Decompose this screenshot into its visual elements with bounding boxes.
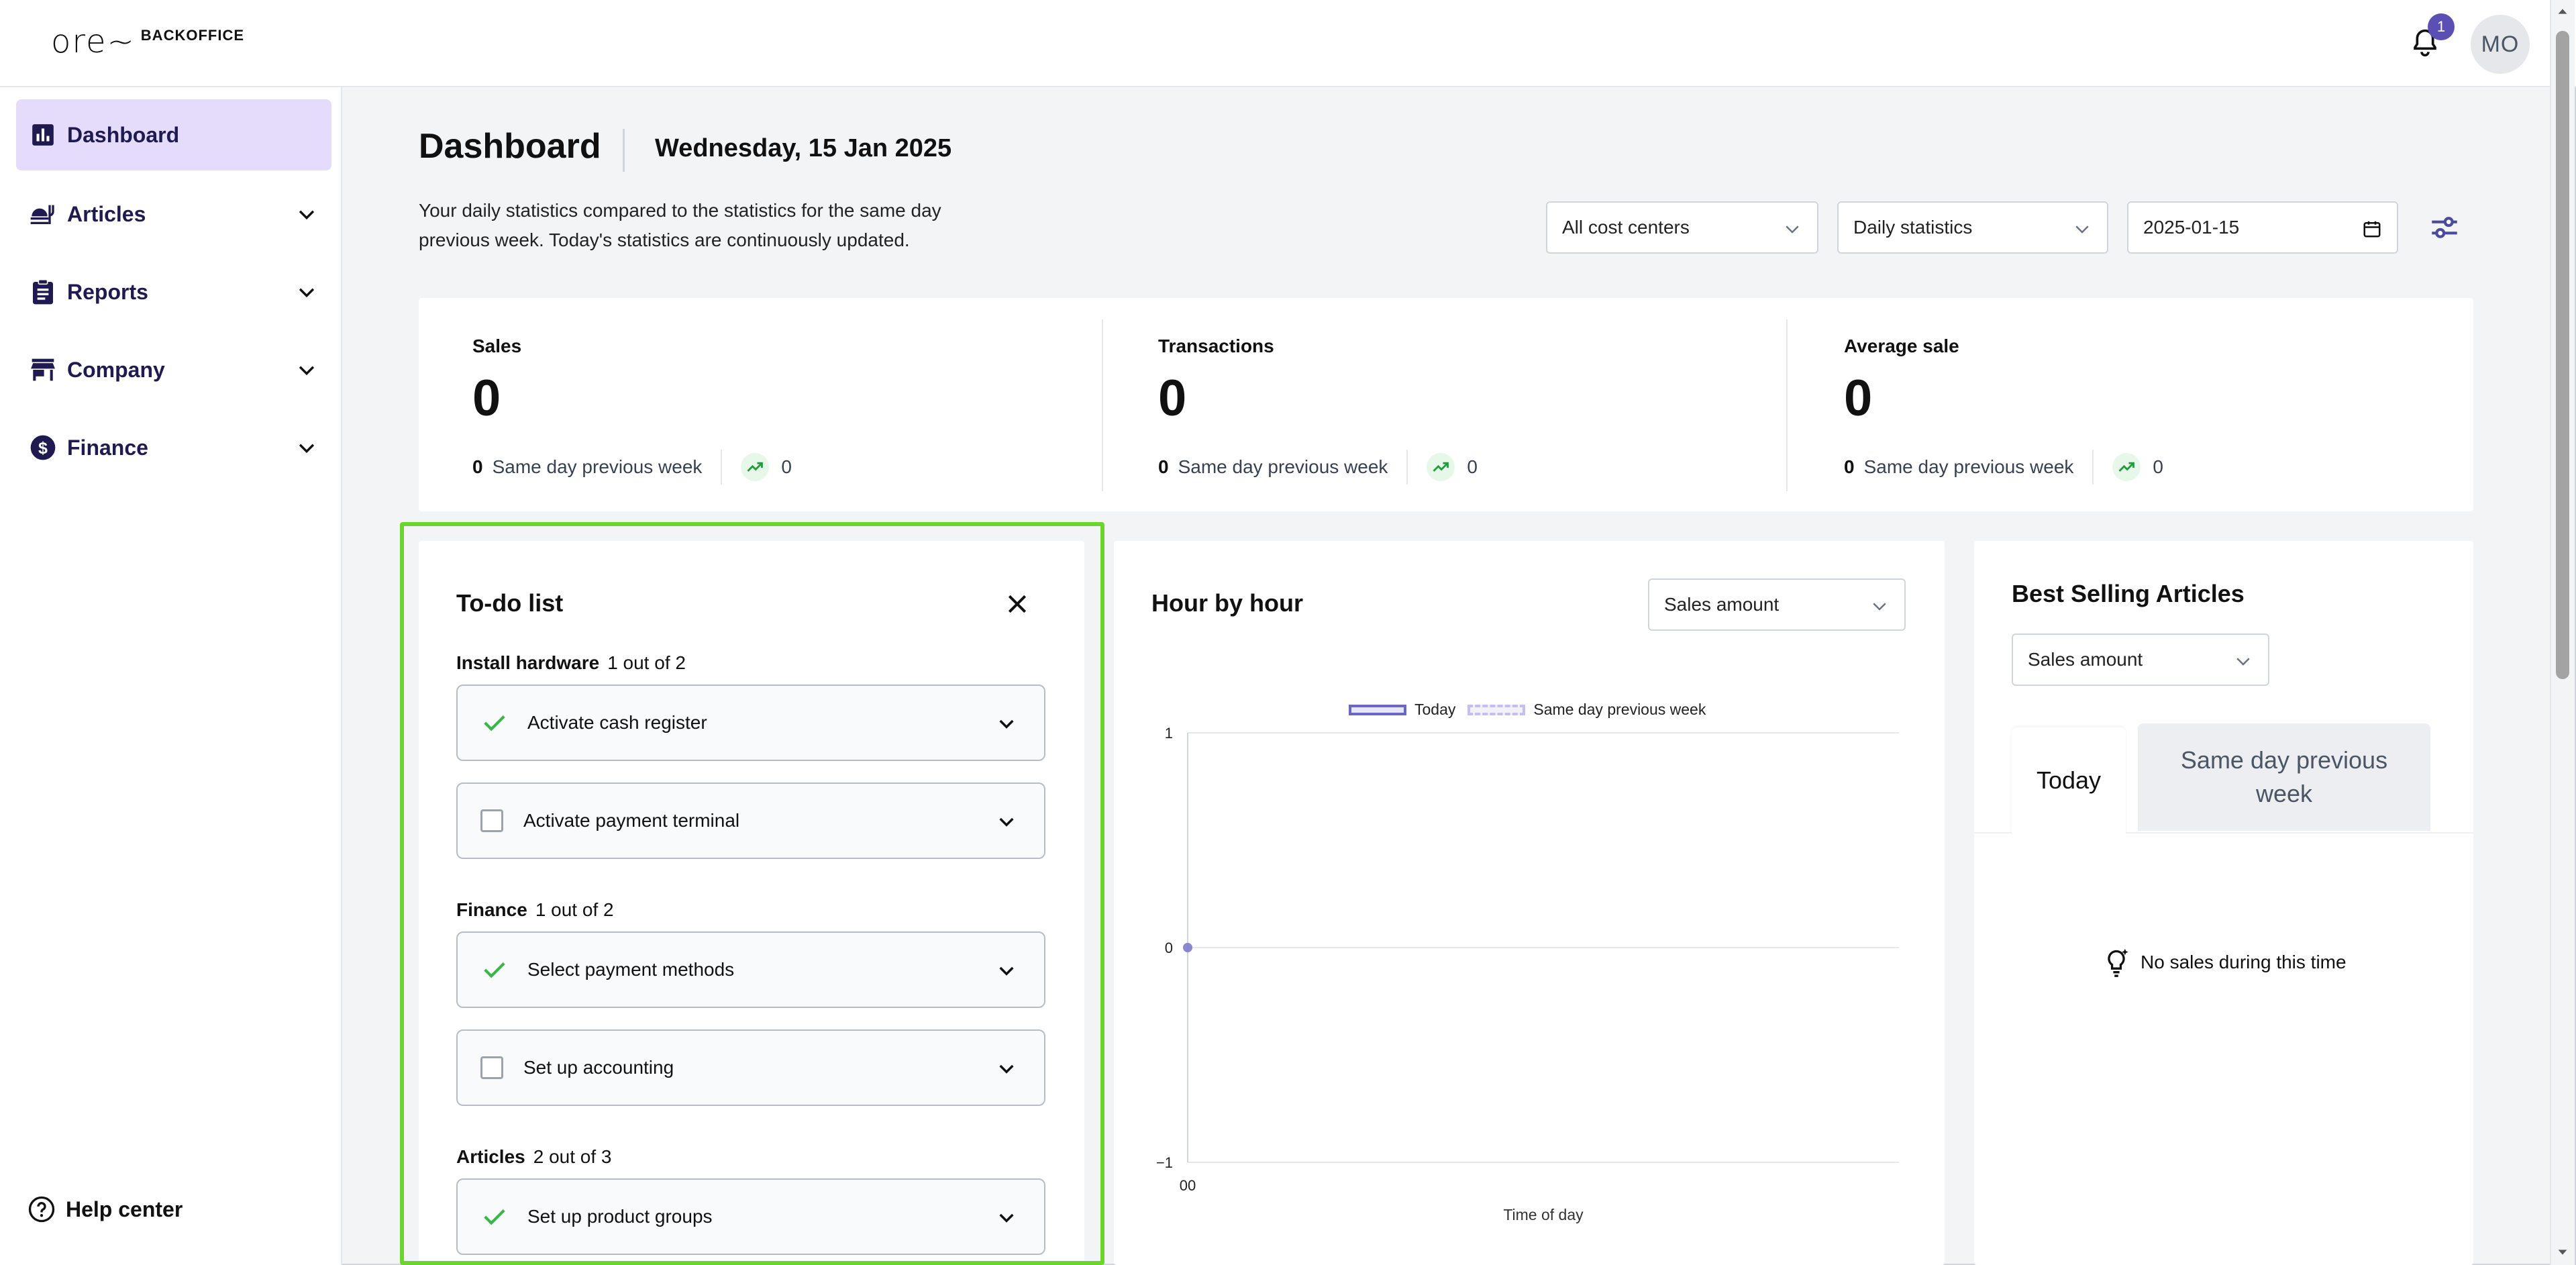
stat-change: 0 xyxy=(2153,456,2163,477)
divider xyxy=(1786,319,1788,491)
trending-up-icon xyxy=(741,453,770,481)
sidebar-item-label: Dashboard xyxy=(67,122,180,147)
empty-state-message: No sales during this time xyxy=(2141,952,2347,972)
chevron-down-icon xyxy=(299,210,315,220)
sidebar-item-label: Finance xyxy=(67,435,148,460)
stat-value: 0 xyxy=(472,370,501,427)
y-tick-label: 1 xyxy=(1165,725,1173,742)
trending-up-icon xyxy=(1427,453,1455,481)
data-point xyxy=(1183,943,1192,952)
sidebar-item-label: Articles xyxy=(67,201,146,226)
cost-center-select[interactable]: All cost centers xyxy=(1546,201,1818,254)
tab-today[interactable]: Today xyxy=(2012,727,2126,833)
settings-sliders-icon[interactable] xyxy=(2428,211,2461,244)
logo-text: BACKOFFICE xyxy=(140,27,245,44)
x-axis-label: Time of day xyxy=(1503,1206,1584,1223)
scrollbar-thumb[interactable] xyxy=(2556,31,2569,679)
stat-label: Average sale xyxy=(1844,336,1959,356)
help-center-label: Help center xyxy=(66,1197,183,1221)
title-divider xyxy=(623,129,625,172)
todo-highlight-outline xyxy=(400,522,1104,1265)
logo-mark: ore~ xyxy=(51,23,136,60)
calendar-icon xyxy=(2363,221,2381,238)
page-title: Dashboard xyxy=(419,127,601,166)
top-bar: ore~ BACKOFFICE 1 MO xyxy=(0,0,2576,87)
logo[interactable]: ore~ BACKOFFICE xyxy=(51,24,244,59)
chevron-down-icon xyxy=(299,366,315,376)
y-tick-label: −1 xyxy=(1156,1154,1173,1171)
stat-prev-value: 0 xyxy=(472,456,483,477)
svg-text:$: $ xyxy=(38,439,48,458)
sidebar-item-company[interactable]: Company xyxy=(16,334,331,405)
divider xyxy=(2092,450,2094,485)
statistics-select[interactable]: Daily statistics xyxy=(1837,201,2108,254)
tab-same-day-previous-week[interactable]: Same day previous week xyxy=(2138,723,2430,831)
scrollbar-track[interactable] xyxy=(2550,0,2575,1265)
stat-change: 0 xyxy=(781,456,792,477)
page-date: Wednesday, 15 Jan 2025 xyxy=(655,134,952,162)
cost-center-value: All cost centers xyxy=(1562,217,1690,238)
best-selling-panel: Best Selling Articles Sales amount Today… xyxy=(1974,541,2473,1265)
bar-chart-icon xyxy=(28,120,58,150)
stats-card: Sales 0 0 Same day previous week 0 Trans… xyxy=(419,298,2473,511)
stat-change: 0 xyxy=(1467,456,1478,477)
date-value: 2025-01-15 xyxy=(2143,217,2240,238)
chevron-down-icon xyxy=(299,444,315,454)
scroll-down-icon[interactable] xyxy=(2555,1245,2570,1260)
stat-prev-label: Same day previous week xyxy=(492,456,703,477)
stat-prev-label: Same day previous week xyxy=(1178,456,1388,477)
sidebar-item-articles[interactable]: Articles xyxy=(16,179,331,250)
chevron-down-icon xyxy=(299,288,315,298)
sidebar-item-label: Reports xyxy=(67,279,148,304)
sidebar-item-label: Company xyxy=(67,357,165,382)
stat-comparison: 0 Same day previous week 0 xyxy=(1844,450,2163,485)
page-description: Your daily statistics compared to the st… xyxy=(419,200,941,250)
stat-prev-label: Same day previous week xyxy=(1863,456,2074,477)
tab-label: Same day previous week xyxy=(2180,746,2388,807)
trending-up-icon xyxy=(2112,453,2141,481)
sidebar-item-finance[interactable]: $ Finance xyxy=(16,412,331,483)
stat-comparison: 0 Same day previous week 0 xyxy=(472,450,792,485)
stat-label: Sales xyxy=(472,336,522,356)
stat-prev-value: 0 xyxy=(1844,456,1855,477)
y-tick-label: 0 xyxy=(1165,940,1173,956)
divider xyxy=(1102,319,1103,491)
best-selling-metric-value: Sales amount xyxy=(2028,649,2143,670)
stat-value: 0 xyxy=(1844,370,1873,427)
statistics-value: Daily statistics xyxy=(1853,217,1973,238)
best-selling-metric-select[interactable]: Sales amount xyxy=(2012,634,2269,686)
divider xyxy=(1406,450,1408,485)
help-center-link[interactable]: Help center xyxy=(27,1195,183,1224)
best-selling-title: Best Selling Articles xyxy=(2012,580,2245,607)
hour-by-hour-panel: Hour by hour Sales amount Today Same day… xyxy=(1114,541,1945,1265)
divider xyxy=(721,450,723,485)
hour-by-hour-chart: 1 0 −1 00 Time of day xyxy=(1156,725,1899,1223)
clipboard-icon xyxy=(28,277,58,307)
food-icon xyxy=(28,199,58,229)
help-circle-icon xyxy=(27,1195,56,1224)
lightbulb-icon xyxy=(2108,948,2128,977)
stat-comparison: 0 Same day previous week 0 xyxy=(1158,450,1478,485)
store-icon xyxy=(28,355,58,385)
sidebar: Dashboard Articles Reports Company $ Fin… xyxy=(0,87,342,1265)
chevron-down-icon xyxy=(1786,225,1799,234)
chevron-down-icon xyxy=(2075,225,2089,234)
scroll-up-icon[interactable] xyxy=(2555,4,2570,19)
stat-label: Transactions xyxy=(1158,336,1274,356)
date-picker[interactable]: 2025-01-15 xyxy=(2127,201,2398,254)
x-tick-label: 00 xyxy=(1180,1177,1196,1194)
chevron-down-icon xyxy=(2236,658,2250,666)
sidebar-item-reports[interactable]: Reports xyxy=(16,256,331,327)
stat-prev-value: 0 xyxy=(1158,456,1169,477)
dollar-circle-icon: $ xyxy=(28,433,58,462)
tab-label: Today xyxy=(2036,766,2102,794)
avatar[interactable]: MO xyxy=(2471,15,2530,74)
stat-value: 0 xyxy=(1158,370,1187,427)
sidebar-item-dashboard[interactable]: Dashboard xyxy=(16,99,331,170)
notification-badge: 1 xyxy=(2428,13,2455,40)
empty-state: No sales during this time xyxy=(2102,946,2347,978)
